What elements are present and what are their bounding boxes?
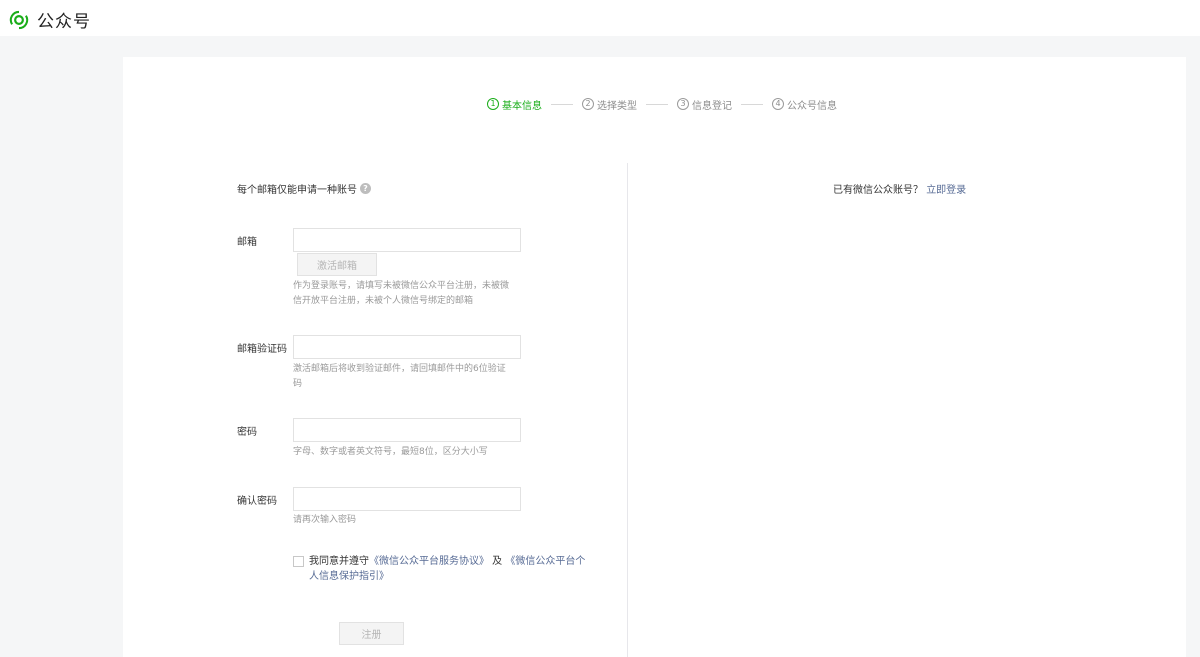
- email-label: 邮箱: [237, 237, 257, 248]
- code-hint: 激活邮箱后将收到验证邮件，请回填邮件中的6位验证码: [293, 364, 506, 389]
- step-select-type: 2 选择类型: [582, 97, 637, 112]
- password-label: 密码: [237, 427, 257, 438]
- step-connector: [551, 103, 573, 105]
- confirm-password-input[interactable]: [293, 487, 521, 511]
- step-label: 选择类型: [597, 100, 637, 112]
- logo[interactable]: 公众号: [8, 7, 91, 32]
- password-hint: 字母、数字或者英文符号，最短8位，区分大小写: [293, 447, 488, 457]
- step-number: 4: [772, 98, 784, 110]
- step-connector: [741, 103, 763, 105]
- step-number: 3: [677, 98, 689, 110]
- email-hint: 作为登录账号，请填写未被微信公众平台注册，未被微信开放平台注册，未被个人微信号绑…: [293, 281, 510, 306]
- question-icon[interactable]: ?: [360, 183, 371, 194]
- service-agreement-link[interactable]: 《微信公众平台服务协议》: [369, 556, 489, 567]
- register-button[interactable]: 注册: [339, 622, 404, 645]
- email-code-input[interactable]: [293, 335, 521, 359]
- agreement-text: 我同意并遵守《微信公众平台服务协议》 及 《微信公众平台个人信息保护指引》: [309, 554, 589, 584]
- top-bar: 公众号: [0, 0, 1200, 36]
- step-label: 信息登记: [692, 100, 732, 112]
- agreement-row: 我同意并遵守《微信公众平台服务协议》 及 《微信公众平台个人信息保护指引》: [293, 554, 593, 584]
- register-card: 1 基本信息 2 选择类型 3 信息登记 4 公众号信息 每个邮箱仅能申请一种账…: [123, 57, 1186, 657]
- step-basic-info: 1 基本信息: [487, 97, 542, 112]
- code-label: 邮箱验证码: [237, 344, 287, 355]
- activate-email-button[interactable]: 激活邮箱: [297, 253, 377, 276]
- step-account-info: 4 公众号信息: [772, 97, 837, 112]
- step-number: 2: [582, 98, 594, 110]
- step-info-register: 3 信息登记: [677, 97, 732, 112]
- column-divider: [627, 163, 628, 657]
- login-prompt-text: 已有微信公众账号？: [833, 185, 923, 196]
- form-intro: 每个邮箱仅能申请一种账号 ?: [237, 181, 371, 196]
- agreement-and: 及: [489, 556, 506, 567]
- agreement-prefix: 我同意并遵守: [309, 556, 369, 567]
- login-prompt: 已有微信公众账号？ 立即登录: [833, 181, 966, 196]
- password-input[interactable]: [293, 418, 521, 442]
- login-link[interactable]: 立即登录: [926, 185, 966, 196]
- step-connector: [646, 103, 668, 105]
- email-input[interactable]: [293, 228, 521, 252]
- confirm-password-hint: 请再次输入密码: [293, 515, 357, 525]
- app-title: 公众号: [37, 12, 91, 32]
- confirm-password-label: 确认密码: [237, 496, 277, 507]
- step-label: 基本信息: [502, 100, 542, 112]
- step-indicator: 1 基本信息 2 选择类型 3 信息登记 4 公众号信息: [487, 97, 837, 112]
- agree-checkbox[interactable]: [293, 556, 304, 567]
- step-label: 公众号信息: [787, 100, 837, 112]
- form-intro-text: 每个邮箱仅能申请一种账号: [237, 185, 357, 196]
- step-number: 1: [487, 98, 499, 110]
- wechat-mp-logo-icon: [9, 10, 29, 29]
